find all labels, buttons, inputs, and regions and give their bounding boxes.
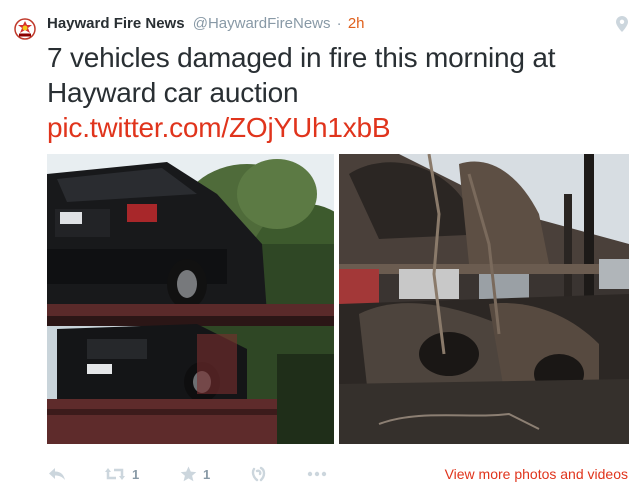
author-name[interactable]: Hayward Fire News <box>47 15 185 32</box>
tweet-text: 7 vehicles damaged in fire this morning … <box>47 42 556 108</box>
tweet-media-link[interactable]: pic.twitter.com/ZOjYUh1xbB <box>47 110 391 145</box>
ellipsis-icon <box>307 471 327 477</box>
media-grid <box>47 154 629 444</box>
reply-icon <box>49 468 65 480</box>
retweet-icon <box>105 468 125 480</box>
favorite-button[interactable]: 1 <box>180 466 210 482</box>
car-carrier-image <box>47 154 334 444</box>
star-icon <box>180 466 197 482</box>
vine-button[interactable] <box>251 466 267 482</box>
avatar[interactable] <box>13 17 36 40</box>
timestamp[interactable]: 2h <box>348 15 365 32</box>
vine-icon <box>251 466 266 482</box>
separator: · <box>336 15 342 32</box>
photo-burned-cars[interactable] <box>339 154 629 444</box>
photo-car-carrier[interactable] <box>47 154 334 444</box>
author-handle[interactable]: @HaywardFireNews <box>193 15 331 32</box>
location-pin-icon[interactable] <box>616 16 628 32</box>
view-more-photos-link[interactable]: View more photos and videos <box>445 466 628 482</box>
favorite-count: 1 <box>203 466 211 482</box>
more-button[interactable] <box>306 466 328 482</box>
retweet-count: 1 <box>132 466 140 482</box>
fire-badge-icon <box>13 17 36 40</box>
reply-button[interactable] <box>48 466 66 482</box>
tweet-header: Hayward Fire News @HaywardFireNews · 2h <box>47 15 365 33</box>
retweet-button[interactable]: 1 <box>104 466 139 482</box>
burned-cars-image <box>339 154 629 444</box>
